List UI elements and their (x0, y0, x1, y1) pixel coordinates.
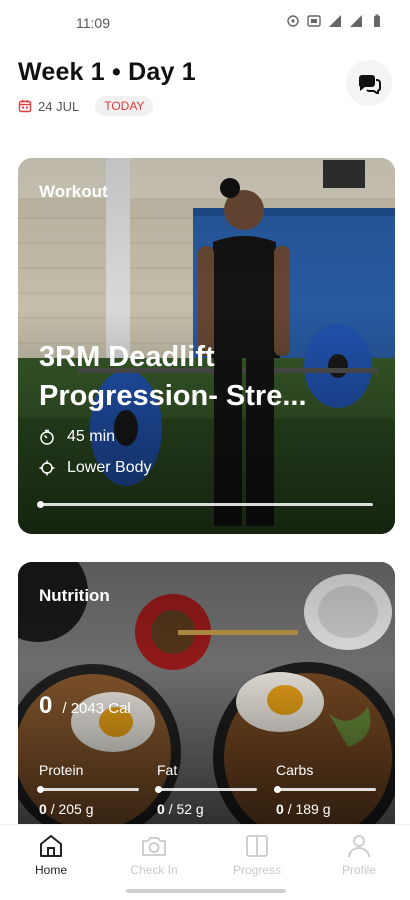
macro-total: / 52 g (168, 801, 204, 817)
nav-label: Check In (130, 863, 178, 877)
workout-duration: 45 min (67, 428, 116, 445)
nutrition-label: Nutrition (39, 586, 110, 605)
calories-row: 0 / 2043 Cal (39, 692, 131, 720)
battery-icon (374, 14, 380, 27)
workout-label: Workout (39, 182, 108, 201)
nfc-icon (307, 15, 321, 27)
workout-progress-indicator (37, 501, 44, 508)
signal-icon (329, 15, 341, 27)
macro-label: Carbs (276, 762, 314, 778)
workout-progress-bar (37, 501, 373, 508)
macro-current: 0 (157, 801, 165, 817)
calendar-icon (18, 100, 32, 113)
hotspot-icon (287, 15, 299, 27)
nutrition-card[interactable]: Nutrition 0 / 2043 Cal Protein 0 / 205 g… (18, 562, 395, 824)
status-icons (286, 14, 384, 28)
today-badge[interactable]: TODAY (95, 96, 154, 116)
macro-progress-indicator (274, 786, 281, 793)
status-time: 11:09 (76, 15, 110, 31)
nav-label: Home (34, 863, 67, 877)
macro-total: / 189 g (287, 801, 331, 817)
timer-icon (40, 429, 54, 445)
workout-focus-row: Lower Body (39, 459, 152, 477)
home-indicator[interactable] (126, 889, 286, 893)
book-icon (246, 835, 268, 857)
nav-label: Progress (232, 863, 282, 877)
nav-home[interactable]: Home (10, 833, 92, 877)
status-bar: 11:09 (0, 0, 410, 46)
macro-current: 0 (276, 801, 284, 817)
macro-value: 0 / 52 g (157, 801, 257, 817)
workout-duration-row: 45 min (39, 428, 115, 446)
chat-icon (358, 75, 381, 94)
calories-current: 0 (39, 692, 53, 719)
workout-title: 3RM Deadlift Progression- Stre... (39, 341, 307, 412)
macro-progress-bar (155, 786, 257, 793)
macro-fat: Fat 0 / 52 g (155, 762, 257, 817)
macro-label: Protein (39, 762, 84, 778)
camera-icon (142, 837, 166, 856)
date-row: 24 JUL TODAY (18, 96, 154, 116)
macro-value: 0 / 189 g (276, 801, 376, 817)
home-icon (40, 835, 62, 857)
macro-total: / 205 g (50, 801, 94, 817)
macro-progress-indicator (37, 786, 44, 793)
macro-label: Fat (157, 762, 178, 778)
workout-card[interactable]: Workout 3RM Deadlift Progression- Stre..… (18, 158, 395, 534)
macro-protein: Protein 0 / 205 g (37, 762, 139, 817)
nav-progress[interactable]: Progress (216, 833, 298, 877)
person-icon (348, 835, 370, 858)
signal-icon-2 (350, 15, 362, 27)
macro-progress-indicator (155, 786, 162, 793)
header: Week 1 • Day 1 24 JUL TODAY (0, 56, 410, 126)
chat-button[interactable] (346, 60, 392, 106)
nav-check-in[interactable]: Check In (113, 833, 195, 877)
date-label: 24 JUL (38, 98, 80, 114)
macro-value: 0 / 205 g (39, 801, 139, 817)
calories-total: / 2043 Cal (62, 700, 131, 717)
target-icon (39, 460, 55, 476)
macro-current: 0 (39, 801, 47, 817)
macro-carbs: Carbs 0 / 189 g (274, 762, 376, 817)
page-title: Week 1 • Day 1 (18, 58, 196, 86)
workout-focus: Lower Body (67, 459, 152, 476)
nav-profile[interactable]: Profile (318, 833, 400, 877)
macro-progress-bar (274, 786, 376, 793)
macro-progress-bar (37, 786, 139, 793)
nav-label: Profile (341, 863, 376, 877)
